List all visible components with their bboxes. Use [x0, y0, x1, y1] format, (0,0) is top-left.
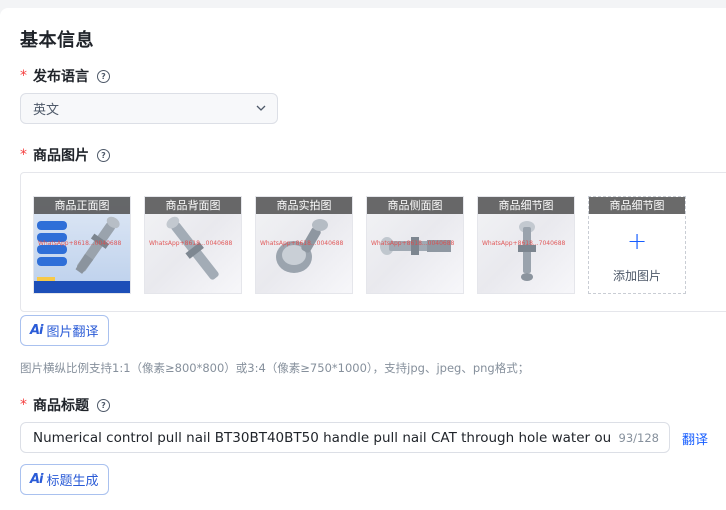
image-tag: 商品侧面图	[367, 197, 463, 214]
section-title: 基本信息	[20, 30, 94, 51]
required-mark: *	[20, 68, 27, 84]
required-mark: *	[20, 397, 27, 413]
image-translate-button[interactable]: Ai 图片翻译	[20, 315, 109, 346]
promo-banner	[34, 281, 130, 293]
product-image-front[interactable]: 商品正面图 WhatsApp+8618...0040688	[33, 196, 131, 294]
language-label-text: 发布语言	[33, 69, 89, 85]
add-image-button[interactable]: 商品细节图 + 添加图片	[588, 196, 686, 294]
question-circle-icon[interactable]: ?	[97, 148, 110, 162]
image-tag: 商品正面图	[34, 197, 130, 214]
watermark: WhatsApp+8618...0040688	[38, 240, 122, 247]
product-title-value: Numerical control pull nail BT30BT40BT50…	[33, 429, 611, 446]
add-image-label: 添加图片	[612, 269, 661, 283]
plus-icon: +	[626, 227, 648, 255]
watermark: WhatsApp+8618...0040688	[260, 240, 344, 247]
title-generate-button[interactable]: Ai 标题生成	[20, 464, 109, 495]
images-label: * 商品图片 ?	[20, 145, 110, 165]
title-translate-link[interactable]: 翻译	[682, 429, 708, 448]
language-label: * 发布语言 ?	[20, 66, 110, 86]
images-label-text: 商品图片	[33, 148, 89, 164]
image-tag: 商品背面图	[145, 197, 241, 214]
language-select[interactable]: 英文	[20, 93, 278, 124]
ai-icon: Ai	[30, 472, 43, 487]
product-image-detail[interactable]: 商品细节图 WhatsApp+8618...7040688	[477, 196, 575, 294]
image-tag: 商品实拍图	[256, 197, 352, 214]
question-circle-icon[interactable]: ?	[97, 398, 110, 412]
title-label-text: 商品标题	[33, 398, 89, 414]
watermark: WhatsApp+8618...0040688	[371, 240, 455, 247]
language-select-value: 英文	[33, 103, 60, 118]
ai-icon: Ai	[30, 323, 43, 338]
title-label: * 商品标题 ?	[20, 395, 110, 415]
image-translate-label: 图片翻译	[46, 325, 99, 340]
product-title-input[interactable]: Numerical control pull nail BT30BT40BT50…	[20, 422, 670, 453]
image-tag: 商品细节图	[478, 197, 574, 214]
required-mark: *	[20, 147, 27, 163]
product-image-real[interactable]: 商品实拍图 WhatsApp+8618...0040688	[255, 196, 353, 294]
watermark: WhatsApp+8618...7040688	[482, 240, 566, 247]
product-image-back[interactable]: 商品背面图 WhatsApp+8618...0040688	[144, 196, 242, 294]
question-circle-icon[interactable]: ?	[97, 69, 110, 83]
title-generate-label: 标题生成	[46, 474, 99, 489]
watermark: WhatsApp+8618...0040688	[149, 240, 233, 247]
product-image-side[interactable]: 商品侧面图 WhatsApp+8618...0040688	[366, 196, 464, 294]
basic-info-card: 基本信息 * 发布语言 ? 英文 * 商品图片 ? 商品正面图 WhatsApp…	[0, 8, 726, 510]
image-upload-area: 商品正面图 WhatsApp+8618...0040688 商品背面图 What…	[20, 172, 726, 312]
character-counter: 93/128	[618, 430, 659, 445]
image-tag: 商品细节图	[589, 197, 685, 214]
chevron-down-icon	[256, 105, 266, 111]
image-format-hint: 图片横纵比例支持1:1（像素≥800*800）或3:4（像素≥750*1000）…	[20, 361, 530, 375]
